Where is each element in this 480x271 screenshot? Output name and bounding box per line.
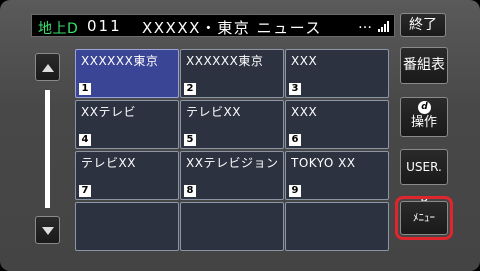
channel-name: TOKYO XX: [291, 156, 356, 170]
channel-number-badge: 2: [184, 83, 196, 95]
channel-cell[interactable]: TOKYO XX 9: [285, 151, 389, 200]
title-overflow-indicator: …: [358, 16, 372, 32]
channel-number-badge: 9: [289, 185, 301, 197]
channel-cell-empty[interactable]: [285, 202, 389, 251]
channel-cell-empty[interactable]: [75, 202, 179, 251]
channel-number-badge: 8: [184, 185, 196, 197]
channel-title-bar: 地上D 011 XXXXX・東京 ニュース …: [31, 14, 395, 37]
operation-label: 操作: [410, 115, 437, 130]
program-guide-button[interactable]: 番組表: [400, 47, 448, 84]
signal-strength-icon: [378, 21, 389, 32]
channel-name: テレビXX: [186, 105, 241, 119]
channel-number-badge: 3: [289, 83, 301, 95]
channel-name: XXX: [291, 54, 318, 68]
operation-button[interactable]: d 操作: [400, 97, 448, 137]
exit-button[interactable]: 終了: [400, 13, 446, 37]
scroll-down-arrow-icon: [42, 227, 54, 235]
channel-name: XXXXXX東京: [186, 54, 264, 68]
scroll-up-button[interactable]: [35, 53, 60, 81]
channel-name: XXX: [291, 105, 318, 119]
channel-number-badge: 5: [184, 134, 196, 146]
channel-number-badge: 1: [79, 83, 91, 95]
channel-number: 011: [87, 17, 122, 35]
channel-name: XXXXXX東京: [81, 54, 159, 68]
channel-cell[interactable]: テレビXX 7: [75, 151, 179, 200]
scrollbar-track[interactable]: [45, 90, 50, 208]
channel-number-badge: 6: [289, 134, 301, 146]
channel-cell-empty[interactable]: [180, 202, 284, 251]
scroll-up-arrow-icon: [42, 64, 54, 72]
channel-cell[interactable]: XXテレビジョン 8: [180, 151, 284, 200]
channel-grid: XXXXXX東京 1 XXXXXX東京 2 XXX 3 XXテレビ 4 テレビX…: [75, 49, 391, 254]
channel-cell[interactable]: テレビXX 5: [180, 100, 284, 149]
channel-cell[interactable]: XXX 6: [285, 100, 389, 149]
menu-button[interactable]: ﾒﾆｭｰ: [395, 196, 453, 240]
station-program-title: XXXXX・東京 ニュース: [142, 19, 322, 37]
channel-name: XXテレビ: [81, 105, 136, 119]
scroll-down-button[interactable]: [35, 216, 60, 244]
channel-number-badge: 4: [79, 134, 91, 146]
channel-name: XXテレビジョン: [186, 156, 279, 170]
channel-cell[interactable]: XXXXXX東京 1: [75, 49, 179, 98]
d-button-icon: d: [418, 101, 431, 114]
user-preset-button[interactable]: USER. P: [400, 149, 448, 208]
channel-cell[interactable]: XXX 3: [285, 49, 389, 98]
channel-number-badge: 7: [79, 185, 91, 197]
channel-cell[interactable]: XXXXXX東京 2: [180, 49, 284, 98]
channel-cell[interactable]: XXテレビ 4: [75, 100, 179, 149]
channel-name: テレビXX: [81, 156, 136, 170]
tv-channel-panel: 地上D 011 XXXXX・東京 ニュース … 終了 XXXXXX東京 1 XX…: [0, 0, 480, 271]
broadcast-band: 地上D: [38, 21, 79, 37]
